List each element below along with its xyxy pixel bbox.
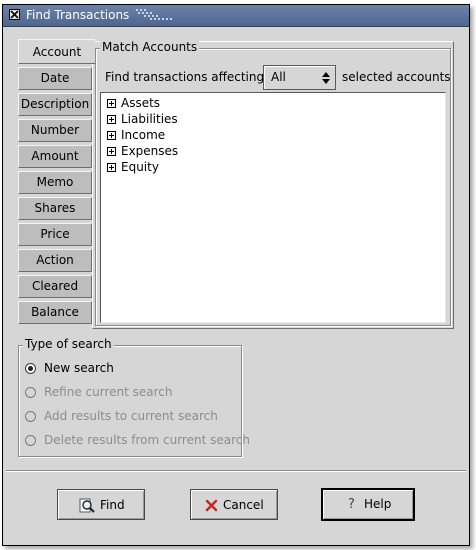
window-title: Find Transactions [26,8,130,22]
question-icon: ? [348,497,355,512]
expand-plus-icon[interactable] [107,99,116,108]
expand-plus-icon[interactable] [107,115,116,124]
tree-item-label: Liabilities [121,112,178,126]
affect-combo[interactable]: All [263,65,336,90]
magnifier-icon [79,498,95,513]
affect-label: Find transactions affecting [105,70,265,84]
tab-action[interactable]: Action [18,249,92,272]
button-separator [6,470,466,472]
tab-memo[interactable]: Memo [18,171,92,194]
find-button[interactable]: Find [57,489,145,520]
title-bar[interactable]: Find Transactions [3,5,469,27]
window-close-icon[interactable] [9,9,20,20]
red-x-icon [205,499,218,512]
tab-balance[interactable]: Balance [18,301,92,324]
titlebar-grip-icon [136,9,172,20]
find-transactions-window: Find Transactions Account Date Descripti… [2,4,470,546]
tab-price[interactable]: Price [18,223,92,246]
help-button[interactable]: ? Help [321,488,415,521]
radio-indicator[interactable] [25,435,36,446]
tab-date[interactable]: Date [18,67,92,90]
expand-plus-icon[interactable] [107,147,116,156]
tab-amount[interactable]: Amount [18,145,92,168]
tree-item-label: Expenses [121,144,179,158]
cancel-button[interactable]: Cancel [190,489,278,520]
tree-item-label: Equity [121,160,159,174]
radio-label: Add results to current search [44,409,218,423]
tree-item-label: Assets [121,96,161,110]
find-button-label: Find [100,498,125,512]
match-accounts-label: Match Accounts [100,40,200,54]
search-type-label: Type of search [23,337,114,351]
up-down-arrow-icon [322,72,330,84]
affect-suffix: selected accounts [342,70,451,84]
affect-combo-value: All [271,70,286,84]
radio-indicator[interactable] [25,363,36,374]
expand-plus-icon[interactable] [107,131,116,140]
account-tree[interactable]: Assets Liabilities Income Expenses Equit… [100,92,446,323]
cancel-button-label: Cancel [223,498,264,512]
expand-plus-icon[interactable] [107,163,116,172]
tab-description[interactable]: Description [18,93,92,116]
radio-label: New search [44,361,114,375]
radio-indicator[interactable] [25,387,36,398]
tab-account[interactable]: Account [18,39,95,64]
radio-label: Delete results from current search [44,433,250,447]
help-button-label: Help [364,497,392,511]
radio-label: Refine current search [44,385,173,399]
tab-number[interactable]: Number [18,119,92,142]
tree-item-label: Income [121,128,166,142]
radio-indicator[interactable] [25,411,36,422]
tab-cleared[interactable]: Cleared [18,275,92,298]
tab-shares[interactable]: Shares [18,197,92,220]
